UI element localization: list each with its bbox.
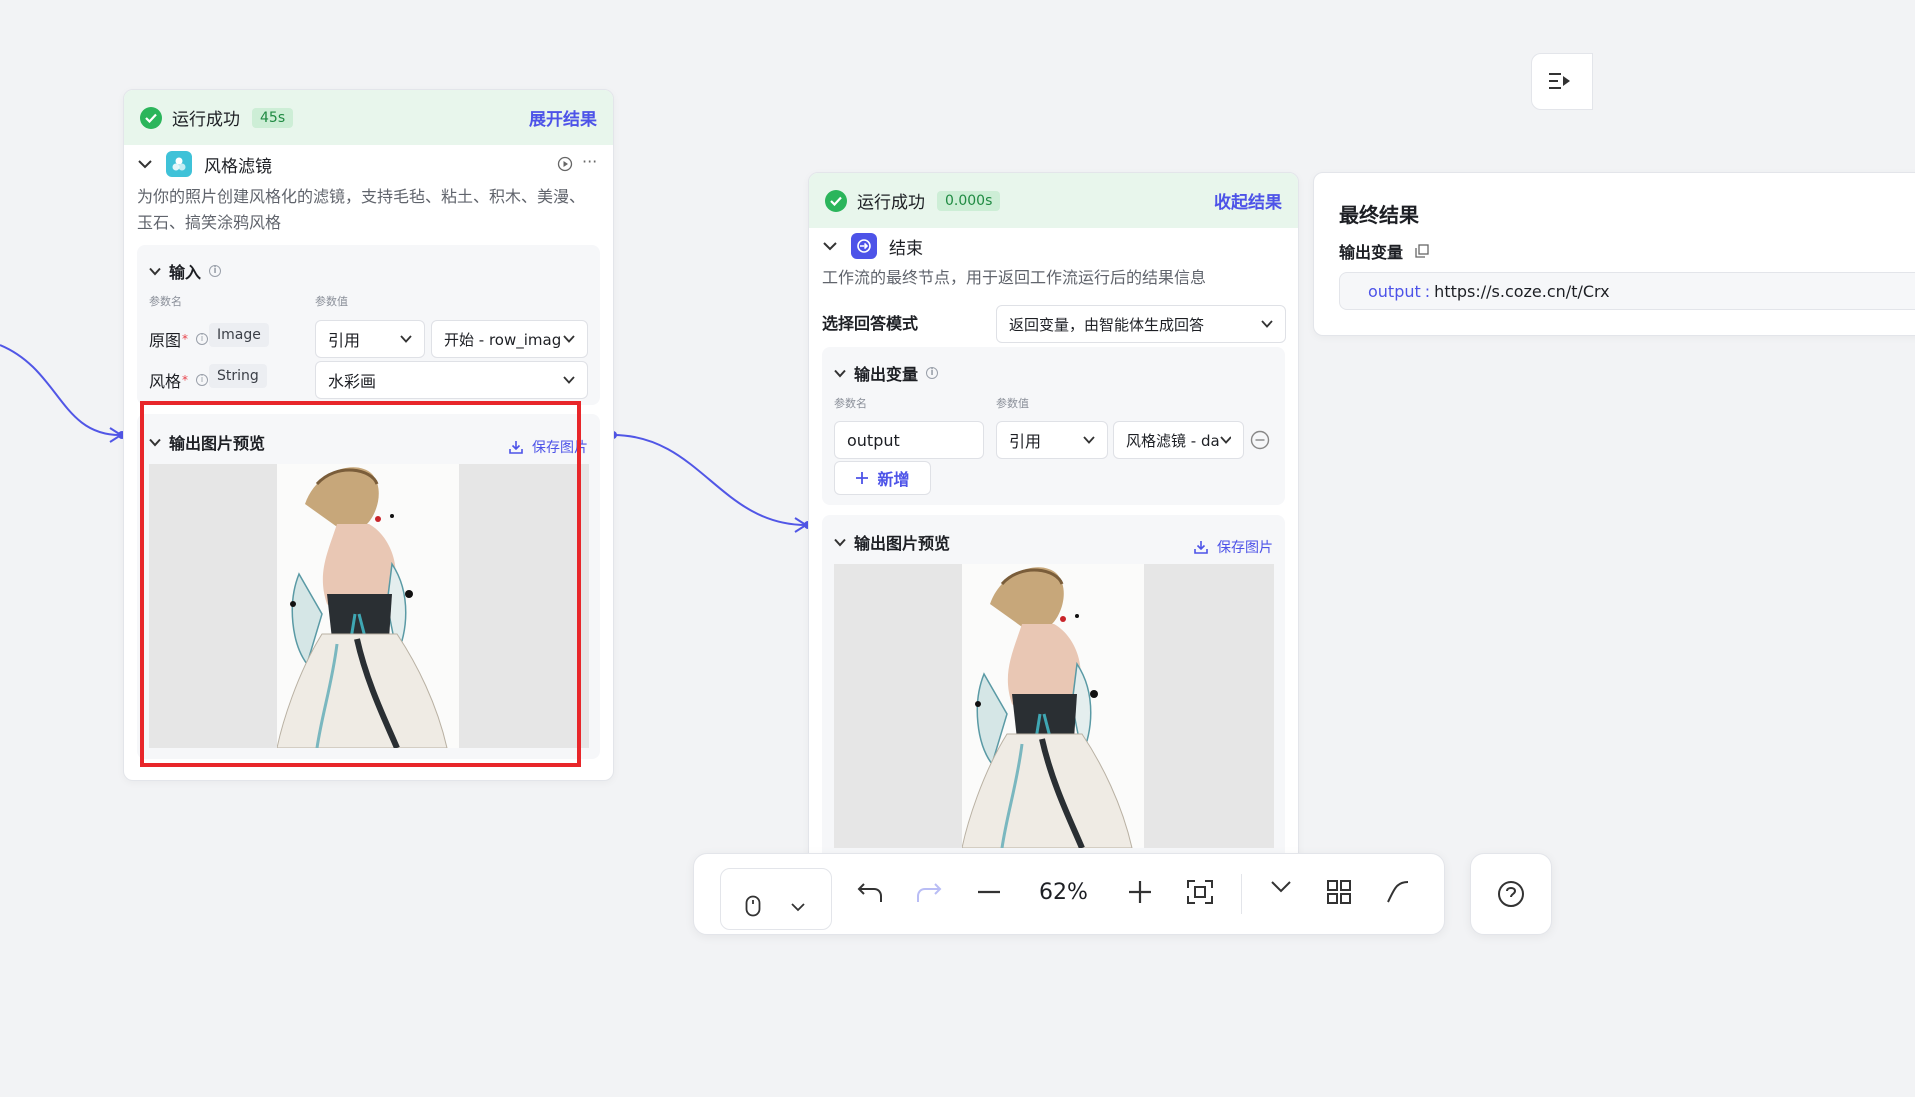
input-section-title: 输入 [169,263,202,282]
run-log-icon [1549,73,1570,89]
info-icon: i [196,333,209,345]
output-variables-section: 输出变量 i 参数名 参数值 output 引用 风格滤镜 - da 新增 [822,347,1285,505]
chevron-down-icon [791,903,805,912]
end-node-icon [851,233,877,259]
undo-icon[interactable] [857,882,883,902]
chevron-down-icon [400,335,412,343]
output-preview-section: 输出图片预览 保存图片 [822,515,1285,873]
collapse-result-link[interactable]: 收起结果 [1214,188,1282,213]
run-status-text: 运行成功 [857,193,925,213]
save-image-button[interactable]: 保存图片 [1193,537,1273,557]
param-name-original: 原图 * i [149,327,209,351]
ref-value-select[interactable]: 开始 - row_image [431,320,588,358]
param-name-header: 参数名 [834,397,867,410]
node-description: 为你的照片创建风格化的滤镜，支持毛毡、粘土、积木、美漫、玉石、搞笑涂鸦风格 [137,187,586,232]
success-check-icon [140,106,162,129]
preview-section-header[interactable]: 输出图片预览 [834,530,950,554]
info-icon: i [209,265,222,277]
zoom-in-icon[interactable] [1128,880,1152,904]
output-var-label: 输出变量 [1339,239,1429,263]
chevron-down-icon [834,538,846,546]
chevron-down-icon [1261,320,1273,328]
node-title: 风格滤镜 [204,156,272,177]
zoom-level[interactable]: 62% [1039,880,1088,905]
output-image[interactable] [962,564,1144,848]
end-node[interactable]: 运行成功 0.000s 收起结果 结束 工作流的最终节点，用于返回工作流运行后的… [808,172,1299,874]
remove-variable-icon[interactable] [1250,430,1270,450]
connector-style-icon[interactable] [1386,880,1410,904]
output-value-box[interactable]: output : https://s.coze.cn/t/Crx [1339,272,1915,310]
run-time-badge: 45s [252,107,294,128]
param-value-header: 参数值 [315,295,348,308]
fit-view-icon[interactable] [1187,880,1213,904]
final-result-panel: 最终结果 输出变量 output : https://s.coze.cn/t/C… [1313,172,1915,336]
type-tag-string: String [209,364,267,388]
canvas-toolbar: 62% [693,853,1445,935]
output-vars-header[interactable]: 输出变量 i [834,361,939,385]
help-button[interactable] [1470,853,1552,935]
info-icon: i [196,374,209,386]
info-icon: i [926,367,939,379]
node-title: 结束 [889,238,923,259]
preview-title: 输出图片预览 [854,534,951,553]
result-title: 最终结果 [1339,203,1419,227]
param-name-style: 风格 * i [149,368,209,392]
input-section: 输入 i 参数名 参数值 原图 * i Image 引用 开始 - row_imag… [137,245,600,405]
chevron-down-icon [149,267,161,275]
input-section-header[interactable]: 输入 i [149,259,222,283]
style-value-select[interactable]: 水彩画 [315,361,588,399]
chevron-down-icon [563,376,575,384]
param-value-header: 参数值 [996,397,1029,410]
ref-value-select[interactable]: 风格滤镜 - da [1113,421,1244,459]
node-description: 工作流的最终节点，用于返回工作流运行后的结果信息 [822,268,1207,287]
param-name-header: 参数名 [149,295,182,308]
collapse-chevron-icon[interactable] [823,241,837,251]
node-header: 结束 [823,233,923,259]
output-key: output [1368,281,1421,301]
chevron-down-icon [834,369,846,377]
copy-icon[interactable] [1415,244,1429,258]
run-status-text: 运行成功 [172,110,240,130]
mouse-icon [745,895,761,917]
redo-icon[interactable] [916,882,942,902]
chevron-down-icon [563,335,575,343]
run-status-bar: 运行成功 45s 展开结果 [124,90,613,145]
output-var-name-input[interactable]: output [834,421,984,459]
chevron-down-icon [1083,436,1095,444]
download-icon [1194,541,1208,554]
collapse-chevron-icon[interactable] [138,159,152,169]
collapse-icon[interactable] [1270,880,1292,902]
plus-icon [856,472,869,484]
output-vars-title: 输出变量 [854,365,919,384]
answer-mode-select[interactable]: 返回变量，由智能体生成回答 [996,305,1286,343]
run-status-bar: 运行成功 0.000s 收起结果 [809,173,1298,228]
more-options-icon[interactable]: ··· [582,152,597,171]
answer-mode-label: 选择回答模式 [822,314,919,333]
style-filter-node-icon [166,151,192,177]
toolbar-divider [1241,874,1242,914]
success-check-icon [825,189,847,212]
node-header: 风格滤镜 [138,151,272,177]
ref-select[interactable]: 引用 [996,421,1108,459]
interaction-mode-select[interactable] [720,868,832,930]
help-icon [1498,881,1524,907]
chevron-down-icon [1220,436,1231,444]
expand-result-link[interactable]: 展开结果 [529,105,597,130]
run-time-badge: 0.000s [937,190,1001,211]
colon-separator: : [1424,281,1431,301]
highlight-box [140,401,581,767]
add-variable-button[interactable]: 新增 [834,461,931,495]
side-panel-button[interactable] [1531,53,1593,110]
ref-select[interactable]: 引用 [315,320,425,358]
layout-icon[interactable] [1327,880,1351,904]
run-node-icon[interactable] [557,156,573,172]
output-url: https://s.coze.cn/t/Crx [1434,281,1610,301]
zoom-out-icon[interactable] [977,890,1001,894]
type-tag-image: Image [209,323,269,347]
